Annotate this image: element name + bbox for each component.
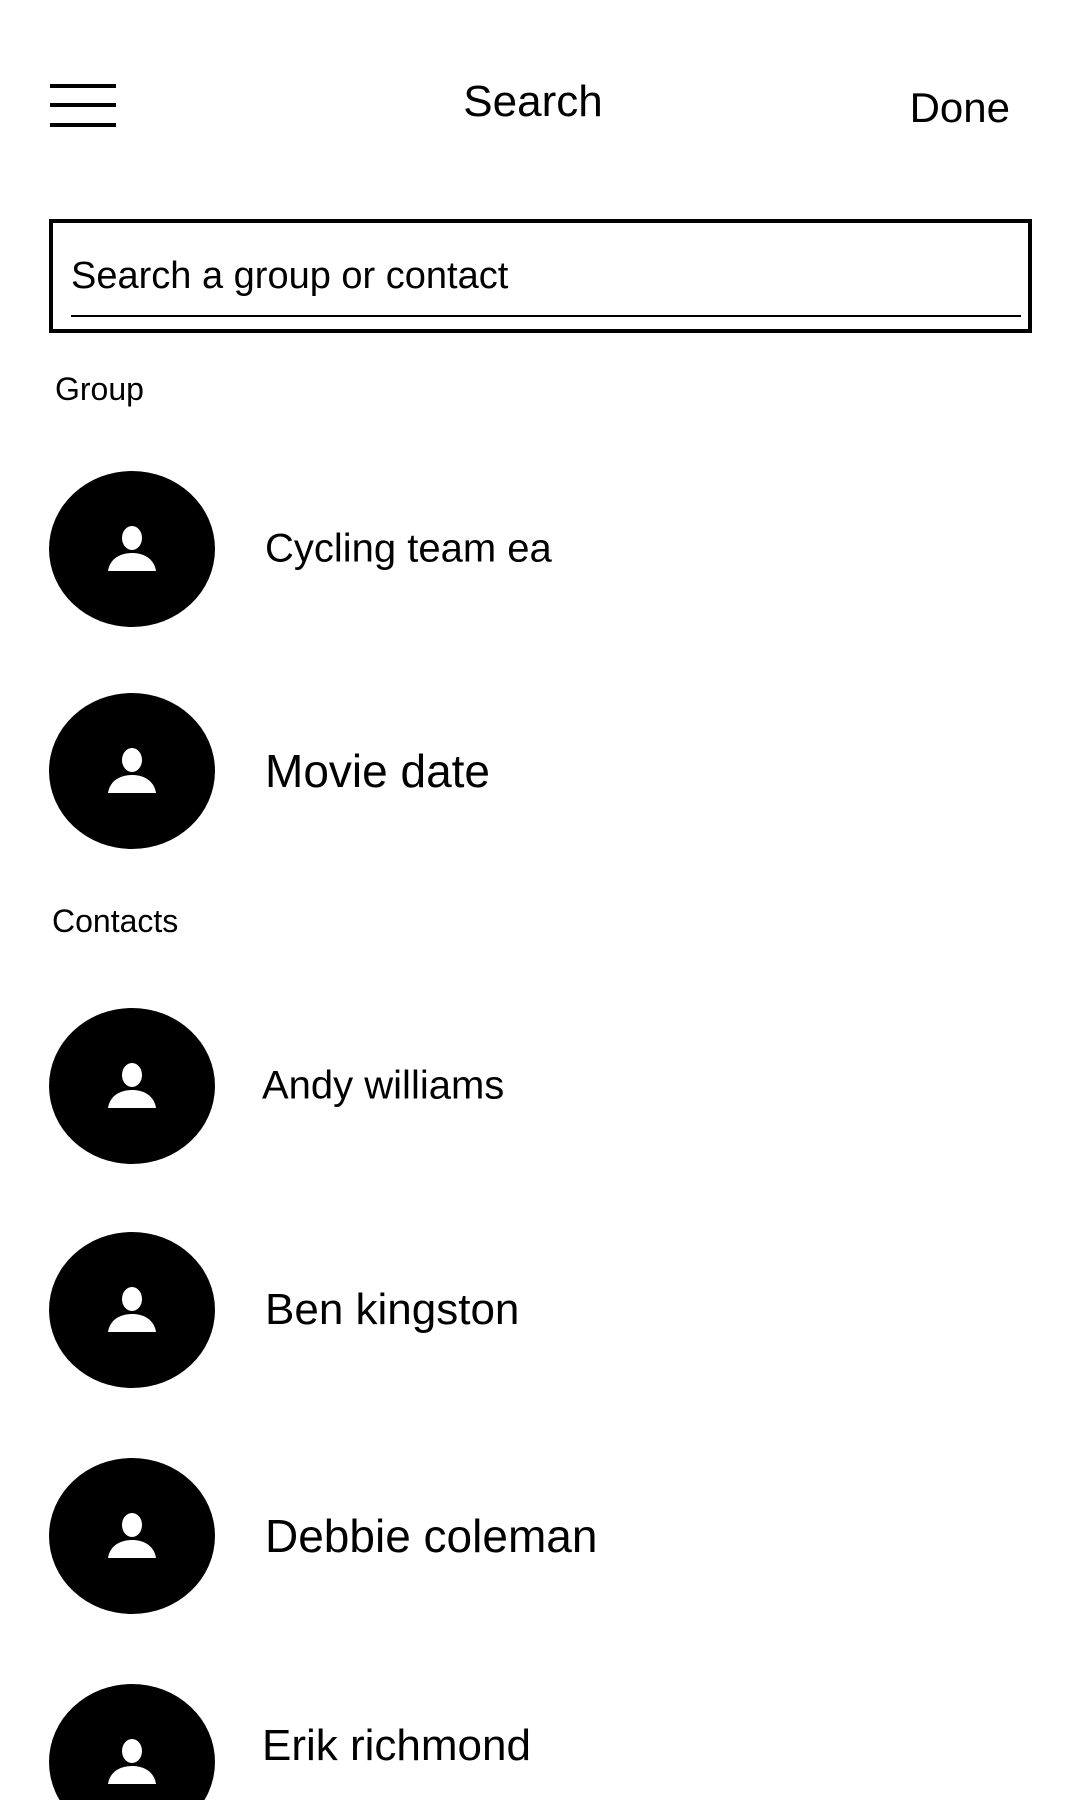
hamburger-menu-icon[interactable] — [50, 84, 116, 128]
avatar — [49, 471, 215, 627]
menu-line — [50, 123, 116, 127]
search-underline — [71, 315, 1021, 317]
search-input[interactable] — [71, 251, 1021, 301]
search-screen: Search Done Group Cycling team ea Movie … — [0, 0, 1080, 1800]
contact-name: Debbie coleman — [265, 1510, 598, 1562]
contact-item[interactable]: Ben kingston — [0, 1232, 1080, 1388]
group-item[interactable]: Movie date — [0, 693, 1080, 849]
contact-name: Andy williams — [262, 1063, 505, 1108]
done-button[interactable]: Done — [910, 82, 1010, 134]
person-icon — [108, 1739, 156, 1784]
avatar — [49, 1684, 215, 1800]
group-name: Cycling team ea — [265, 526, 552, 571]
person-icon — [108, 748, 156, 793]
contact-item[interactable]: Andy williams — [0, 1008, 1080, 1164]
avatar — [49, 1232, 215, 1388]
contact-name: Ben kingston — [265, 1285, 520, 1334]
person-icon — [108, 526, 156, 571]
group-name: Movie date — [265, 745, 491, 797]
menu-line — [50, 103, 116, 107]
avatar — [49, 693, 215, 849]
person-icon — [108, 1287, 156, 1332]
group-item[interactable]: Cycling team ea — [0, 471, 1080, 627]
section-label-contacts: Contacts — [52, 903, 179, 939]
contact-name: Erik richmond — [262, 1721, 531, 1770]
avatar — [49, 1008, 215, 1164]
avatar — [49, 1458, 215, 1614]
menu-line — [50, 84, 116, 88]
person-icon — [108, 1513, 156, 1558]
section-label-group: Group — [55, 371, 144, 407]
search-box — [49, 219, 1032, 333]
contact-item[interactable]: Debbie coleman — [0, 1458, 1080, 1614]
page-title: Search — [463, 77, 603, 126]
contact-item[interactable]: Erik richmond — [0, 1684, 1080, 1800]
person-icon — [108, 1063, 156, 1108]
